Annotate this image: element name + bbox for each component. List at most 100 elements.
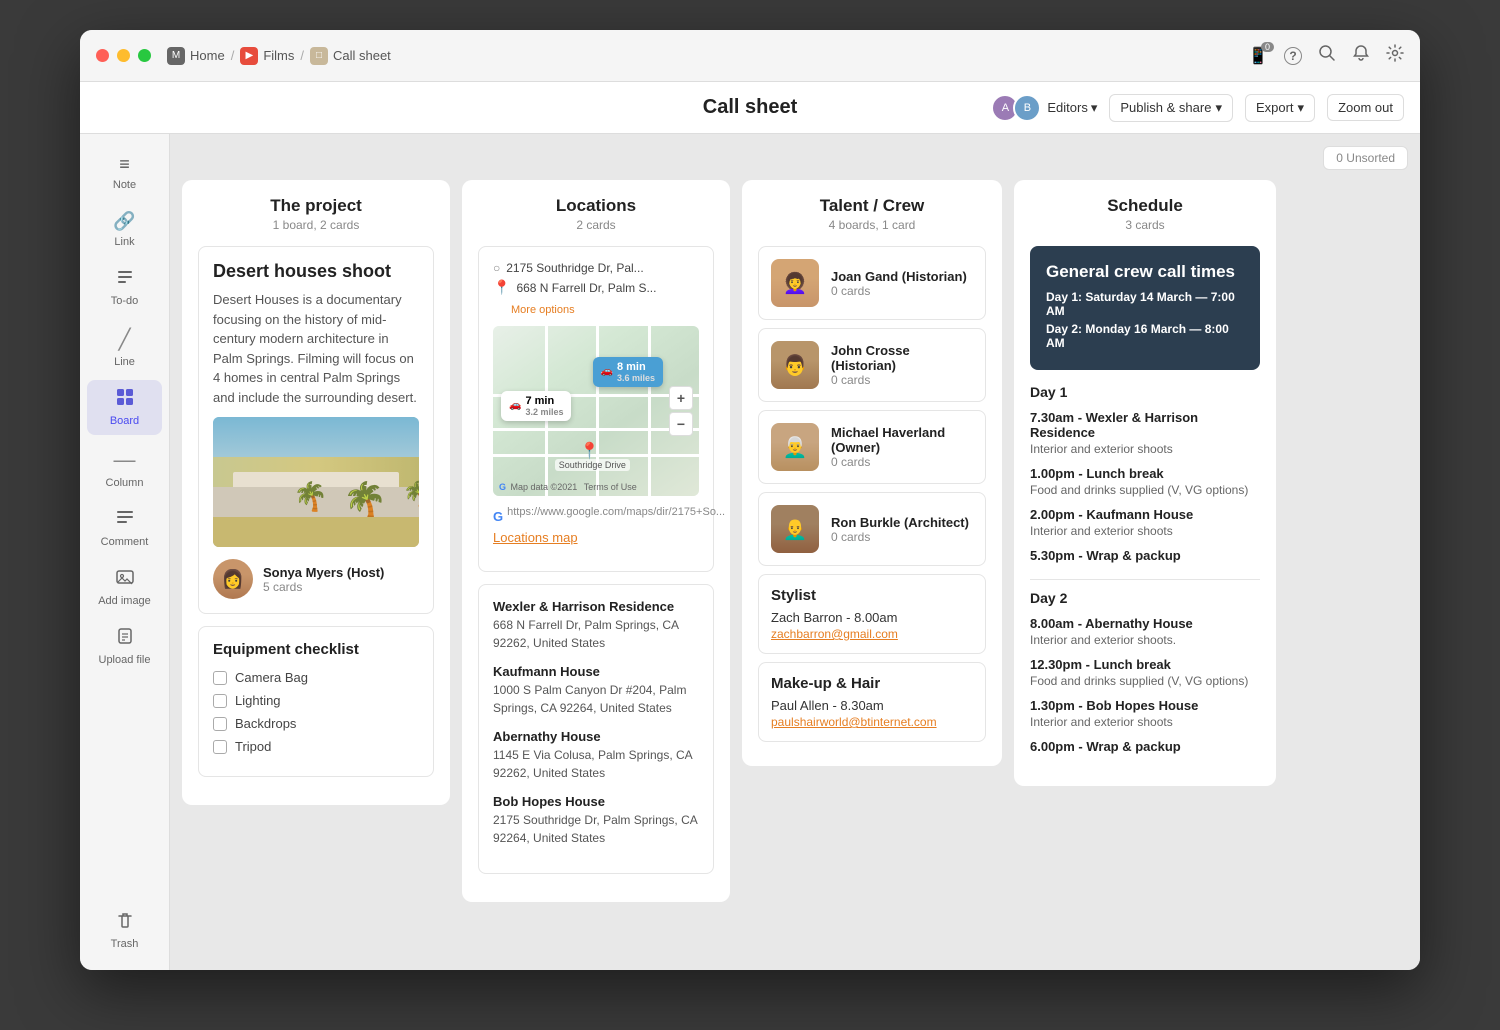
sidebar-item-add-image[interactable]: Add image: [87, 560, 162, 615]
schedule-entry-d2-2: 12.30pm - Lunch break Food and drinks su…: [1030, 657, 1260, 688]
sidebar-item-comment[interactable]: Comment: [87, 501, 162, 556]
sidebar-item-column[interactable]: — Column: [87, 439, 162, 497]
search-icon[interactable]: [1318, 44, 1336, 67]
day2-title: Day 2: [1030, 590, 1260, 606]
locations-header: Locations 2 cards: [478, 196, 714, 232]
locations-board: Locations 2 cards ○ 2175 Southridge Dr, …: [462, 180, 730, 902]
project-board: The project 1 board, 2 cards Desert hous…: [182, 180, 450, 805]
device-icon[interactable]: 📱 0: [1248, 46, 1268, 66]
talent-cards-joan: 0 cards: [831, 284, 967, 298]
editors-button[interactable]: Editors ▾: [1047, 100, 1097, 116]
tripod-checkbox[interactable]: [213, 740, 227, 754]
zoom-out-btn[interactable]: −: [669, 412, 693, 436]
schedule-entry-d1-4: 5.30pm - Wrap & packup: [1030, 548, 1260, 563]
settings-icon[interactable]: [1386, 44, 1404, 67]
sidebar-item-trash[interactable]: Trash: [87, 903, 162, 958]
add-image-icon: [116, 568, 134, 591]
line-icon: ╱: [118, 327, 130, 352]
schedule-entry-d2-3: 1.30pm - Bob Hopes House Interior and ex…: [1030, 698, 1260, 729]
avatar-ron: 👨‍🦲: [771, 505, 819, 553]
callsheet-label: Call sheet: [333, 48, 391, 63]
talent-card-michael[interactable]: 👨‍🦳 Michael Haverland (Owner) 0 cards: [758, 410, 986, 484]
close-button[interactable]: [96, 49, 109, 62]
map-address-1: ○ 2175 Southridge Dr, Pal...: [493, 261, 699, 275]
editor-avatars: A B: [991, 94, 1041, 122]
unsorted-button[interactable]: 0 Unsorted: [1323, 146, 1408, 170]
host-info: Sonya Myers (Host) 5 cards: [263, 565, 384, 594]
publish-share-button[interactable]: Publish & share ▾: [1109, 94, 1233, 122]
traffic-lights: [96, 49, 151, 62]
desert-houses-card: Desert houses shoot Desert Houses is a d…: [198, 246, 434, 614]
boards-container: The project 1 board, 2 cards Desert hous…: [182, 180, 1408, 902]
titlebar-right: 📱 0 ?: [1248, 44, 1404, 67]
more-options-link[interactable]: More options: [511, 304, 575, 316]
board-icon: [116, 388, 134, 411]
note-icon: ≡: [119, 154, 130, 175]
export-button[interactable]: Export ▾: [1245, 94, 1315, 122]
map-url: https://www.google.com/maps/dir/2175+So.…: [507, 506, 725, 518]
zoom-out-button[interactable]: Zoom out: [1327, 94, 1404, 121]
breadcrumb-home[interactable]: M Home: [167, 47, 225, 65]
todo-icon: [116, 268, 134, 291]
sort-bar: 0 Unsorted: [182, 146, 1408, 170]
talent-card-joan[interactable]: 👩‍🦱 Joan Gand (Historian) 0 cards: [758, 246, 986, 320]
talent-name-joan: Joan Gand (Historian): [831, 269, 967, 284]
locations-title: Locations: [478, 196, 714, 216]
general-crew-card: General crew call times Day 1: Saturday …: [1030, 246, 1260, 370]
home-icon: M: [167, 47, 185, 65]
avatar-2: B: [1013, 94, 1041, 122]
sidebar-item-line[interactable]: ╱ Line: [87, 319, 162, 376]
makeup-email[interactable]: paulshairworld@btinternet.com: [771, 715, 973, 729]
talent-card-ron[interactable]: 👨‍🦲 Ron Burkle (Architect) 0 cards: [758, 492, 986, 566]
sidebar-item-link[interactable]: 🔗 Link: [87, 203, 162, 256]
talent-name-john: John Crosse (Historian): [831, 343, 973, 373]
day2-general: Day 2: Monday 16 March — 8:00 AM: [1046, 322, 1244, 350]
equipment-checklist-card: Equipment checklist Camera Bag Lighting …: [198, 626, 434, 777]
avatar-john: 👨: [771, 341, 819, 389]
fullscreen-button[interactable]: [138, 49, 151, 62]
callsheet-icon: □: [310, 47, 328, 65]
locations-list-card: Wexler & Harrison Residence 668 N Farrel…: [478, 584, 714, 874]
main-area: ≡ Note 🔗 Link To-do ╱ Line: [80, 134, 1420, 970]
sidebar-item-board[interactable]: Board: [87, 380, 162, 435]
stylist-email[interactable]: zachbarron@gmail.com: [771, 627, 973, 641]
sidebar: ≡ Note 🔗 Link To-do ╱ Line: [80, 134, 170, 970]
map-container[interactable]: 🚗 7 min 3.2 miles 🚗 8 min: [493, 326, 699, 496]
location-entry-2: Kaufmann House 1000 S Palm Canyon Dr #20…: [493, 664, 699, 717]
location-entry-3: Abernathy House 1145 E Via Colusa, Palm …: [493, 729, 699, 782]
camera-checkbox[interactable]: [213, 671, 227, 685]
trash-icon: [116, 911, 134, 934]
desert-houses-title: Desert houses shoot: [213, 261, 419, 282]
comment-icon: [116, 509, 134, 532]
backdrops-checkbox[interactable]: [213, 717, 227, 731]
breadcrumb-callsheet[interactable]: □ Call sheet: [310, 47, 391, 65]
map-card: ○ 2175 Southridge Dr, Pal... 📍 668 N Far…: [478, 246, 714, 572]
schedule-divider: [1030, 579, 1260, 580]
minimize-button[interactable]: [117, 49, 130, 62]
column-icon: —: [114, 447, 136, 473]
sidebar-item-upload[interactable]: Upload file: [87, 619, 162, 674]
app-header: Call sheet A B Editors ▾ Publish & share…: [80, 82, 1420, 134]
stylist-section: Stylist Zach Barron - 8.00am zachbarron@…: [758, 574, 986, 654]
films-label: Films: [263, 48, 294, 63]
general-crew-title: General crew call times: [1046, 262, 1244, 282]
zoom-in-btn[interactable]: +: [669, 386, 693, 410]
schedule-subtitle: 3 cards: [1030, 218, 1260, 232]
lighting-checkbox[interactable]: [213, 694, 227, 708]
locations-subtitle: 2 cards: [478, 218, 714, 232]
sidebar-item-todo[interactable]: To-do: [87, 260, 162, 315]
talent-name-ron: Ron Burkle (Architect): [831, 515, 969, 530]
upload-icon: [116, 627, 134, 650]
locations-map-link[interactable]: Locations map: [493, 530, 699, 545]
host-cards-count: 5 cards: [263, 580, 384, 594]
breadcrumb-films[interactable]: ▶ Films: [240, 47, 294, 65]
checklist-item-lighting: Lighting: [213, 693, 419, 708]
bell-icon[interactable]: [1352, 44, 1370, 67]
checklist-item-tripod: Tripod: [213, 739, 419, 754]
sidebar-item-note[interactable]: ≡ Note: [87, 146, 162, 199]
stylist-name: Zach Barron - 8.00am: [771, 610, 973, 625]
talent-name-michael: Michael Haverland (Owner): [831, 425, 973, 455]
talent-card-john[interactable]: 👨 John Crosse (Historian) 0 cards: [758, 328, 986, 402]
help-icon[interactable]: ?: [1284, 47, 1302, 65]
talent-board: Talent / Crew 4 boards, 1 card 👩‍🦱 Joan …: [742, 180, 1002, 766]
